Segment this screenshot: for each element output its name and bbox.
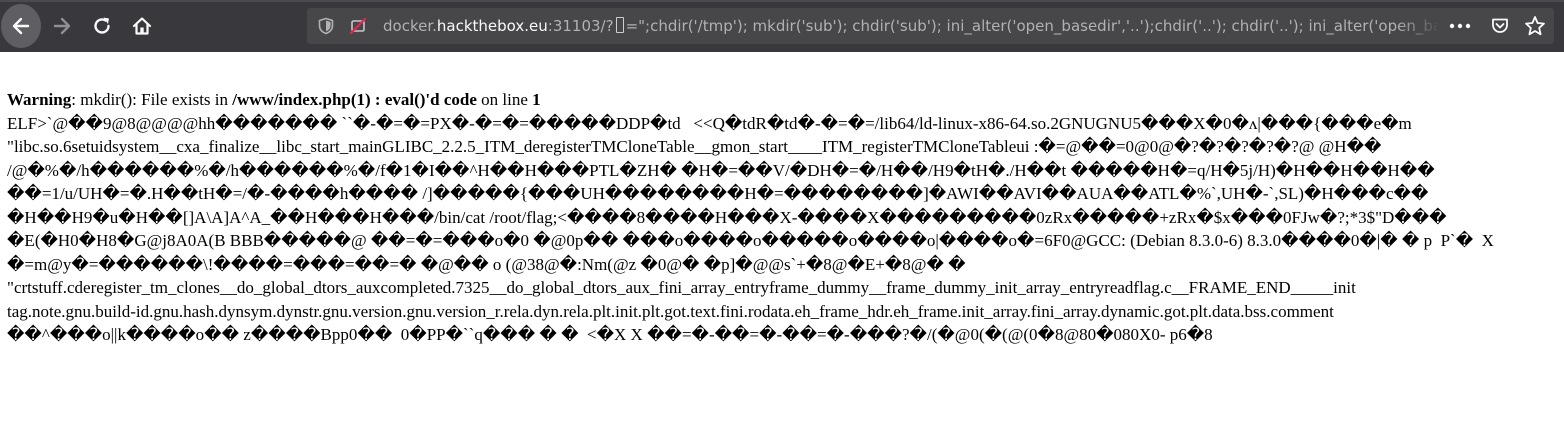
home-icon <box>132 17 152 35</box>
binary-line: �E(�H0�H8�G@j8A0A(B BBB�����@ ��=�=���o�… <box>7 231 1494 250</box>
reload-button[interactable] <box>86 10 118 42</box>
url-input[interactable]: docker.hackthebox.eu:31103/? =";chdir('/t… <box>383 8 1437 44</box>
binary-line: tag.note.gnu.build-id.gnu.hash.dynsym.dy… <box>7 301 1334 321</box>
reload-icon <box>94 17 110 34</box>
url-prefix: docker. <box>383 17 437 35</box>
browser-toolbar: docker.hackthebox.eu:31103/? =";chdir('/t… <box>0 0 1564 52</box>
warning-message: : mkdir(): File exists in <box>71 90 233 109</box>
forward-button[interactable] <box>46 10 78 42</box>
no-permission-icon[interactable] <box>347 8 369 44</box>
warning-file: /www/index.php(1) : eval()'d code <box>232 90 477 109</box>
binary-line: "libc.so.6setuidsystem__cxa_finalize__li… <box>7 137 1382 156</box>
back-icon <box>12 17 30 35</box>
warning-line: Warning: mkdir(): File exists in /www/in… <box>7 88 1494 112</box>
page-actions-icon[interactable] <box>1443 8 1477 44</box>
url-domain: hackthebox.eu <box>436 17 548 35</box>
binary-line: ��=1/u/UH�=�.H��tH�=/�-����h���� /]�����… <box>7 184 1429 203</box>
home-button[interactable] <box>126 10 158 42</box>
url-port: :31103/? <box>547 17 614 35</box>
pocket-icon[interactable] <box>1487 8 1513 44</box>
binary-line: �H��H9�u�H��[]A\A]A^A_��H���H���/bin/cat… <box>7 207 1447 227</box>
binary-line: "crtstuff.cderegister_tm_clones__do_glob… <box>7 278 1356 297</box>
warning-line-number: 1 <box>532 90 541 109</box>
binary-line: ELF>`@��9@8@@@@hh������� ``�-�=�=PX�-�=�… <box>7 113 1412 133</box>
bookmark-star-icon[interactable] <box>1521 8 1549 44</box>
url-query: =";chdir('/tmp'); mkdir('sub'); chdir('s… <box>625 17 1437 35</box>
shield-icon[interactable] <box>315 8 337 44</box>
pen-icon <box>615 17 624 33</box>
page-content: Warning: mkdir(): File exists in /www/in… <box>0 52 1564 429</box>
toolbar-edge <box>0 0 1564 2</box>
warning-on-line: on line <box>476 90 533 109</box>
back-button[interactable] <box>1 4 41 48</box>
binary-line: �=m@y�=������\!����=���=��=� �@�� o (@38… <box>7 254 966 274</box>
forward-icon <box>53 17 71 35</box>
output-text: Warning: mkdir(): File exists in /www/in… <box>7 88 1494 347</box>
binary-line: /@�%�/h������%�/h������%�/f�1�I��^H��H��… <box>7 160 1435 180</box>
warning-label: Warning <box>7 90 72 109</box>
url-fade <box>1397 8 1441 44</box>
url-bar[interactable]: docker.hackthebox.eu:31103/? =";chdir('/t… <box>307 8 1554 44</box>
binary-line: ��^���o||k����o�� z����Bpp0�� 0�PP�``q��… <box>7 325 1213 344</box>
